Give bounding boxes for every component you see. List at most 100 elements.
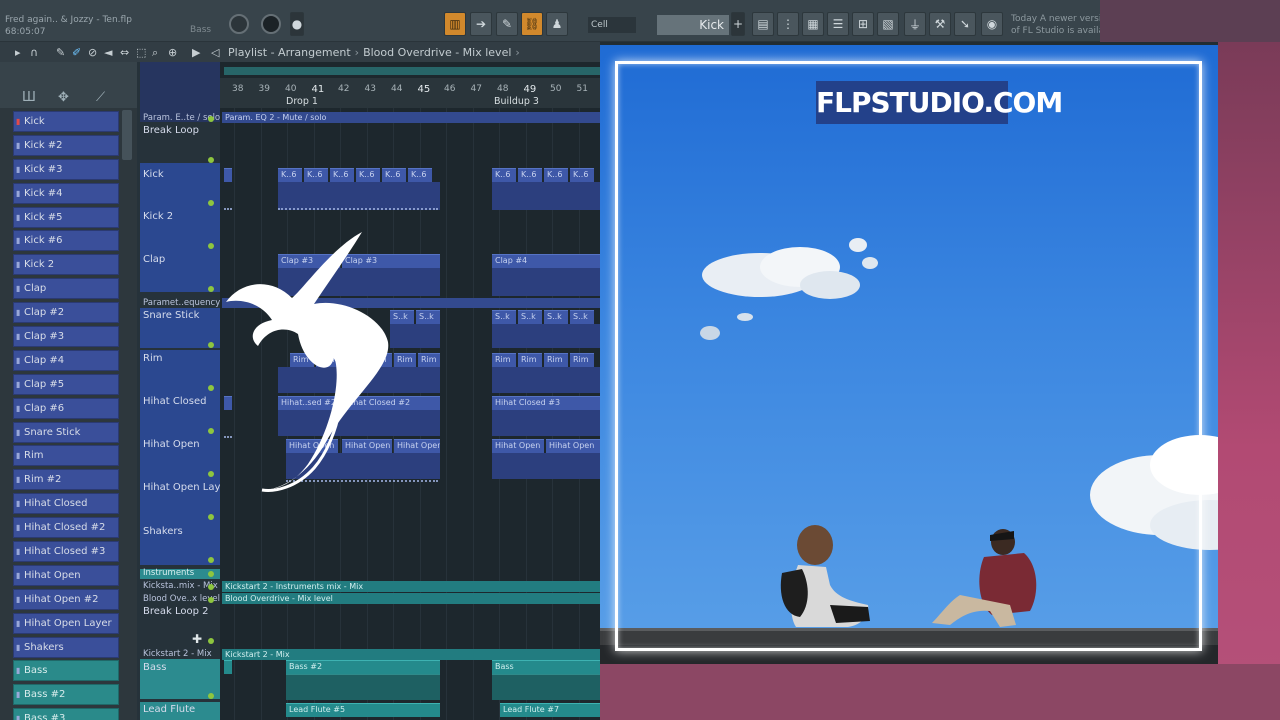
clip-snare[interactable]: S..k <box>416 310 440 324</box>
clip-bass[interactable] <box>224 660 232 674</box>
wrench-icon[interactable]: ⚒ <box>929 12 951 36</box>
pencil-tool-icon[interactable]: ✎ <box>496 12 518 36</box>
channel-track[interactable]: ▮ Hihat Open #2 <box>13 588 119 610</box>
channel-track[interactable]: ▮ Clap #4 <box>13 349 119 371</box>
clip-rim[interactable]: Rim <box>544 353 568 367</box>
track-active-dot[interactable] <box>208 514 214 520</box>
channel-track[interactable]: ▮ Bass <box>13 660 119 682</box>
breadcrumb-item[interactable]: Blood Overdrive - Mix level <box>363 46 511 59</box>
clip-rim[interactable]: Rim <box>492 353 516 367</box>
channel-track[interactable]: ▮ Hihat Closed <box>13 493 119 515</box>
track-active-dot[interactable] <box>208 428 214 434</box>
clip-blood-overdrive[interactable]: Blood Overdrive - Mix level <box>222 593 600 604</box>
clip-kick[interactable]: K..6 <box>408 168 432 182</box>
clip-hihat-closed-3[interactable]: Hihat Closed #3 <box>492 396 600 410</box>
track-active-dot[interactable] <box>208 557 214 563</box>
clip-rim[interactable]: Rim <box>570 353 594 367</box>
track-active-dot[interactable] <box>208 286 214 292</box>
track-active-dot[interactable] <box>208 584 214 590</box>
clip-snare[interactable]: S..k <box>518 310 542 324</box>
speaker-icon[interactable]: ◁ <box>211 46 219 59</box>
channel-track[interactable]: ▮ Clap #2 <box>13 302 119 324</box>
channel-track[interactable]: ▮ Bass #3 <box>13 708 119 720</box>
channel-track[interactable]: ▮ Hihat Open <box>13 564 119 586</box>
channel-track[interactable]: ▮ Rim <box>13 445 119 467</box>
channel-track[interactable]: ▮ Clap #3 <box>13 326 119 348</box>
clip-rim[interactable]: Rim <box>418 353 440 367</box>
channel-track[interactable]: ▮ Bass #2 <box>13 684 119 706</box>
slide-icon[interactable]: ⟋ <box>96 90 105 105</box>
piano-roll-icon[interactable]: ▥ <box>444 12 466 36</box>
horizontal-scrollbar[interactable] <box>224 67 600 75</box>
track-active-dot[interactable] <box>208 571 214 577</box>
pencil-icon[interactable]: ✎ <box>56 46 65 59</box>
clip-kick[interactable]: K..6 <box>278 168 302 182</box>
channel-track[interactable]: ▮ Kick <box>13 111 119 132</box>
channel-track[interactable]: ▮ Kick #4 <box>13 182 119 204</box>
channel-track[interactable]: ▮ Snare Stick <box>13 421 119 443</box>
clip-kickstart-instruments[interactable]: Kickstart 2 - Instruments mix - Mix <box>222 581 600 592</box>
channel-track[interactable]: ▮ Kick #5 <box>13 206 119 228</box>
clip-kick[interactable]: K..6 <box>330 168 354 182</box>
track-active-dot[interactable] <box>208 471 214 477</box>
paint-icon[interactable]: ✐ <box>72 46 81 59</box>
step-seq-icon[interactable]: ⋮ <box>777 12 799 36</box>
track-active-dot[interactable] <box>208 385 214 391</box>
clip-kick[interactable]: K..6 <box>570 168 594 182</box>
clip-snare[interactable]: S..k <box>544 310 568 324</box>
channel-track[interactable]: ▮ Hihat Open Layer <box>13 612 119 634</box>
track-active-dot[interactable] <box>208 693 214 699</box>
clip-kick[interactable]: K..6 <box>382 168 406 182</box>
clip-bass[interactable]: Bass <box>492 660 600 674</box>
link-icon[interactable]: ⛓ <box>521 12 543 36</box>
export-icon[interactable]: ➘ <box>954 12 976 36</box>
track-active-dot[interactable] <box>208 342 214 348</box>
channel-track[interactable]: ▮ Clap #5 <box>13 373 119 395</box>
add-track-icon[interactable]: ✚ <box>192 632 202 646</box>
track-active-dot[interactable] <box>208 597 214 603</box>
marker-buildup-3[interactable]: Buildup 3 <box>494 96 539 107</box>
channel-track[interactable]: ▮ Hihat Closed #2 <box>13 517 119 539</box>
mute-icon[interactable]: ◄ <box>104 46 112 59</box>
piano-icon[interactable]: Ш <box>22 90 36 105</box>
channel-track[interactable]: ▮ Kick #2 <box>13 134 119 156</box>
channel-track[interactable]: ▮ Hihat Closed #3 <box>13 541 119 563</box>
slip-icon[interactable]: ⇔ <box>120 46 129 59</box>
channel-track[interactable]: ▮ Clap <box>13 278 119 300</box>
browser-icon[interactable]: ▧ <box>877 12 899 36</box>
channel-track[interactable]: ▮ Rim #2 <box>13 469 119 491</box>
clip-rim[interactable]: Rim <box>518 353 542 367</box>
clip-snare[interactable]: S..k <box>570 310 594 324</box>
play-icon[interactable]: ▶ <box>192 46 200 59</box>
zoom-icon[interactable]: ⌕ <box>152 46 158 60</box>
selected-channel-field[interactable]: Kick <box>657 15 729 35</box>
select-icon[interactable]: ⬚ <box>136 46 146 59</box>
clip-kick[interactable]: K..6 <box>356 168 380 182</box>
cross-icon[interactable]: ✥ <box>58 90 69 105</box>
channel-track[interactable]: ▮ Kick #3 <box>13 158 119 180</box>
stamp-icon[interactable]: ♟ <box>546 12 568 36</box>
clip-kick[interactable]: K..6 <box>492 168 516 182</box>
clip-snare[interactable]: S..k <box>492 310 516 324</box>
clip-lead-flute-7[interactable]: Lead Flute #7 <box>500 703 600 717</box>
plugin-icon[interactable]: ⊞ <box>852 12 874 36</box>
track-active-dot[interactable] <box>208 638 214 644</box>
clip-kick[interactable]: K..6 <box>544 168 568 182</box>
time-ruler[interactable]: Drop 1 Buildup 3 38 39 40 41 42 43 44 45 46 47 48 4… <box>220 78 600 108</box>
arrow-right-icon[interactable]: ▸ <box>15 46 21 59</box>
clip-hihat-open[interactable]: Hihat Open <box>394 439 440 453</box>
clip-kick[interactable] <box>224 168 232 182</box>
channel-track[interactable]: ▮ Kick #6 <box>13 230 119 252</box>
clip-bass-2[interactable]: Bass #2 <box>286 660 440 674</box>
mixer-icon[interactable]: ▤ <box>752 12 774 36</box>
master-pitch-knob[interactable] <box>261 14 281 34</box>
clip-hihat-open[interactable]: Hihat Open <box>546 439 600 453</box>
channel-track[interactable]: ▮ Shakers <box>13 636 119 658</box>
magnet-icon[interactable]: ∩ <box>30 46 38 59</box>
channel-track[interactable]: ▮ Clap #6 <box>13 397 119 419</box>
snap-selector[interactable]: Cell <box>588 17 636 33</box>
record-icon[interactable]: ◉ <box>981 12 1003 36</box>
clip-hihat-open[interactable]: Hihat Open <box>492 439 544 453</box>
delete-icon[interactable]: ⊘ <box>88 46 97 59</box>
playlist-icon[interactable]: ☰ <box>827 12 849 36</box>
